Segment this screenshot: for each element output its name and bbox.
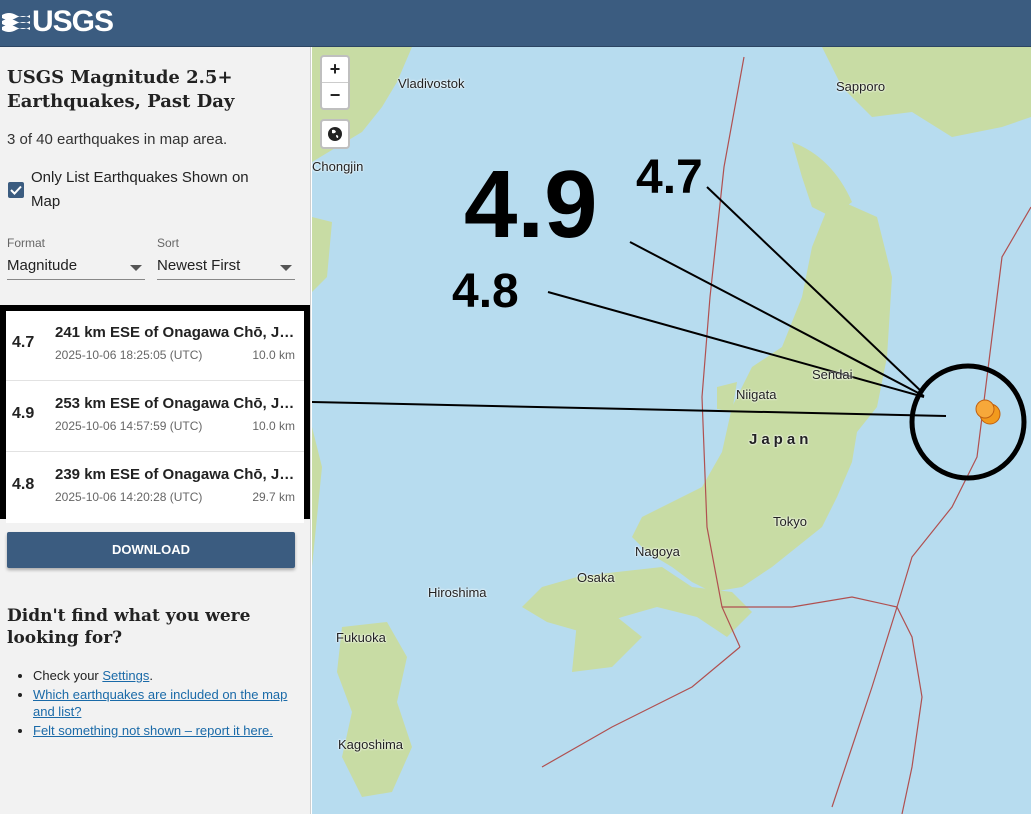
map-label-nagoya: Nagoya [635,544,680,559]
list-item-place: 253 km ESE of Onagawa Chō, Japan [55,395,297,412]
zoom-out-button[interactable]: − [322,83,348,108]
logo-text: USGS [32,5,114,38]
only-list-label[interactable]: Only List Earthquakes Shown on Map [31,166,281,214]
list-item-time: 2025-10-06 14:20:28 (UTC) [55,490,203,504]
globe-icon [328,127,342,141]
map-label-fukuoka: Fukuoka [336,630,386,645]
list-item-depth: 10.0 km [252,419,295,433]
list-item-place: 241 km ESE of Onagawa Chō, Japan [55,324,297,341]
map-label-chongjin: Chongjin [312,159,364,174]
help-item-prefix: Check your [33,668,103,683]
page-title: USGS Magnitude 2.5+ Earthquakes, Past Da… [7,67,235,112]
format-chevron-down-icon[interactable] [130,265,142,271]
report-felt-link[interactable]: Felt something not shown – report it her… [33,723,273,738]
list-item-time: 2025-10-06 14:57:59 (UTC) [55,419,203,433]
list-item-place: 239 km ESE of Onagawa Chō, Japan [55,466,297,483]
list-item-magnitude: 4.7 [12,334,35,351]
help-title: Didn't find what you were looking for? [7,606,251,648]
earthquake-count: 3 of 40 earthquakes in map area. [7,131,228,148]
basemap-button[interactable] [320,119,350,149]
quake-marker[interactable] [975,399,995,419]
help-item-settings: Check your Settings. [33,667,295,684]
list-item-depth: 10.0 km [252,348,295,362]
sort-chevron-down-icon[interactable] [280,265,292,271]
map-label-tokyo: Tokyo [773,514,807,529]
sort-underline [157,279,295,280]
download-button[interactable]: DOWNLOAD [7,532,295,568]
only-list-checkbox[interactable] [8,182,24,198]
format-caption: Format [7,236,46,250]
zoom-control: + − [320,55,350,110]
list-item-magnitude: 4.9 [12,405,35,422]
annotation-4-7: 4.7 [636,151,703,204]
usgs-logo[interactable]: USGS [2,4,114,40]
list-item[interactable]: 4.7 241 km ESE of Onagawa Chō, Japan 202… [6,311,304,381]
map-label-vladivostok: Vladivostok [398,76,465,91]
format-underline [7,279,145,280]
sort-select[interactable]: Newest First [157,257,240,274]
sidebar: USGS Magnitude 2.5+ Earthquakes, Past Da… [0,47,311,814]
map-label-niigata: Niigata [736,387,777,402]
quake-highlight-circle [909,363,1027,481]
list-item-time: 2025-10-06 18:25:05 (UTC) [55,348,203,362]
help-list: Check your Settings. Which earthquakes a… [33,667,295,741]
map[interactable]: + − Vladivostok Sapporo Chongjin Sendai … [312,47,1031,814]
map-label-sendai: Sendai [812,367,853,382]
sort-caption: Sort [157,236,180,250]
list-item-magnitude: 4.8 [12,476,35,493]
zoom-in-button[interactable]: + [322,57,348,82]
list-item[interactable]: 4.9 253 km ESE of Onagawa Chō, Japan 202… [6,382,304,452]
help-item-suffix: . [149,668,153,683]
usgs-wave-icon [2,13,30,32]
map-label-osaka: Osaka [577,570,615,585]
which-earthquakes-link[interactable]: Which earthquakes are included on the ma… [33,687,287,719]
map-label-sapporo: Sapporo [836,79,886,94]
checkmark-icon [10,185,22,195]
list-item-depth: 29.7 km [252,490,295,504]
earthquake-list: 4.7 241 km ESE of Onagawa Chō, Japan 202… [0,305,310,523]
top-bar: USGS [0,0,1031,47]
settings-link[interactable]: Settings [102,668,149,683]
map-label-japan: Japan [749,431,813,448]
help-item-which: Which earthquakes are included on the ma… [33,686,295,720]
annotation-4-8: 4.8 [452,265,519,318]
annotation-4-9: 4.9 [464,151,598,258]
help-item-felt: Felt something not shown – report it her… [33,722,295,739]
map-label-hiroshima: Hiroshima [428,585,487,600]
list-item[interactable]: 4.8 239 km ESE of Onagawa Chō, Japan 202… [6,453,304,523]
format-select[interactable]: Magnitude [7,257,77,274]
map-label-kagoshima: Kagoshima [338,737,404,752]
